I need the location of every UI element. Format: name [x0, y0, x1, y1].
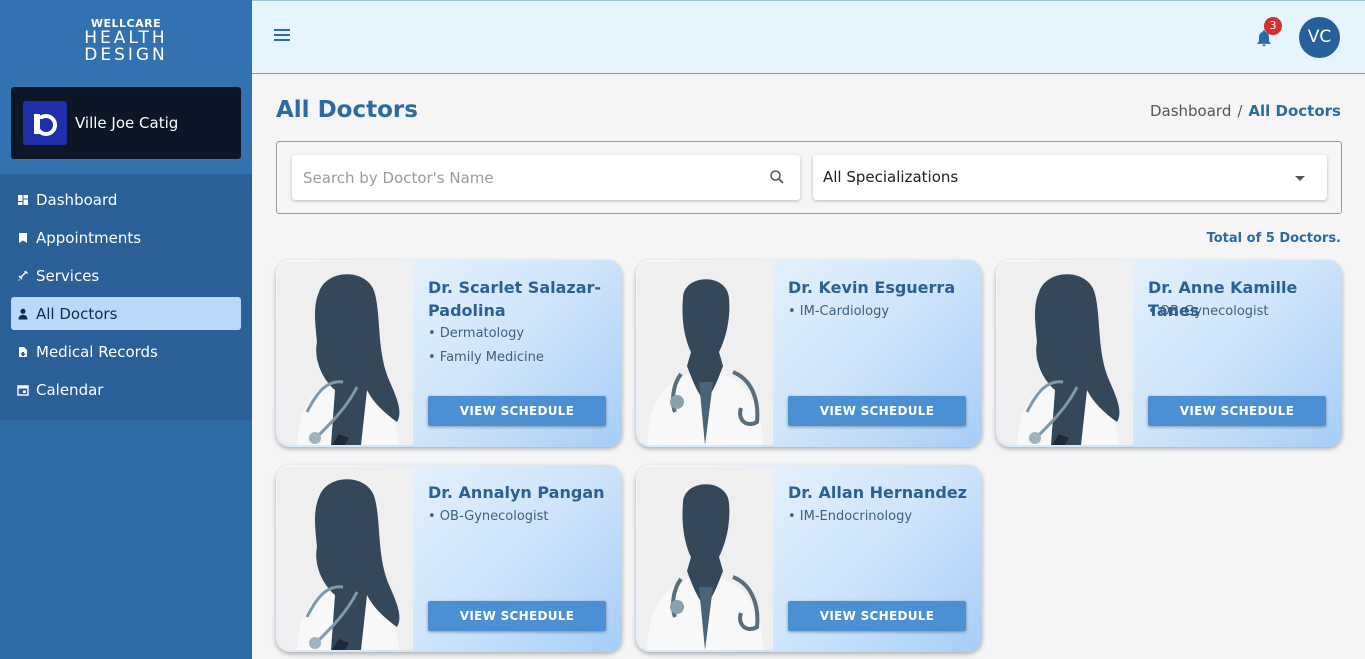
- doctor-specializations: • Dermatology • Family Medicine: [428, 322, 608, 370]
- search-box: [292, 155, 800, 200]
- user-avatar-button[interactable]: VC: [1299, 17, 1340, 58]
- doctor-specializations: • IM-Endocrinology: [788, 505, 968, 529]
- doctor-photo: [997, 262, 1133, 445]
- sidebar-item-label: Dashboard: [36, 190, 118, 209]
- doctor-photo: [637, 467, 773, 650]
- sidebar-nav: Dashboard Appointments Services All Doctors…: [0, 174, 252, 420]
- sidebar-item-services[interactable]: Services: [11, 259, 241, 292]
- sidebar-header: WELLCARE HEALTH DESIGN Ville Joe Catig: [0, 0, 252, 174]
- doctor-card: Dr. Annalyn Pangan • OB-Gynecologist VIEW …: [276, 465, 622, 652]
- view-schedule-button[interactable]: VIEW SCHEDULE: [428, 396, 606, 426]
- doctor-name: Dr. Scarlet Salazar-Padolina: [428, 278, 602, 320]
- doctor-card: Dr. Allan Hernandez • IM-Endocrinology VIE…: [636, 465, 982, 652]
- sidebar: WELLCARE HEALTH DESIGN Ville Joe Catig D…: [0, 0, 252, 659]
- specialization-item: • OB-Gynecologist: [1148, 304, 1269, 319]
- doctor-specializations: • OB-Gynecologist: [1148, 300, 1328, 324]
- view-schedule-button[interactable]: VIEW SCHEDULE: [788, 601, 966, 631]
- view-schedule-button[interactable]: VIEW SCHEDULE: [1148, 396, 1326, 426]
- doctor-name: Dr. Allan Hernandez: [788, 483, 967, 502]
- sidebar-item-calendar[interactable]: Calendar: [11, 373, 241, 406]
- sidebar-item-appointments[interactable]: Appointments: [11, 221, 241, 254]
- top-header: 3 VC: [252, 0, 1365, 74]
- page-title: All Doctors: [276, 97, 418, 123]
- sidebar-item-label: All Doctors: [36, 304, 118, 323]
- chevron-down-icon: [1295, 176, 1305, 181]
- brand-logo[interactable]: WELLCARE HEALTH DESIGN: [0, 18, 252, 64]
- syringe-icon: [17, 270, 29, 282]
- user-card[interactable]: Ville Joe Catig: [11, 87, 241, 159]
- user-name: Ville Joe Catig: [75, 114, 179, 132]
- menu-toggle-icon[interactable]: [274, 29, 290, 43]
- doctor-card: Dr. Kevin Esguerra • IM-Cardiology VIEW SC…: [636, 260, 982, 447]
- doctor-name: Dr. Kevin Esguerra: [788, 278, 956, 297]
- specialization-item: • OB-Gynecologist: [428, 509, 549, 524]
- doctor-specializations: • IM-Cardiology: [788, 300, 968, 324]
- search-input[interactable]: [292, 155, 742, 200]
- file-icon: [17, 346, 29, 358]
- user-avatar: [23, 101, 67, 145]
- total-count: Total of 5 Doctors.: [1206, 231, 1341, 246]
- medical-logo-icon: [34, 114, 57, 136]
- calendar-icon: [17, 384, 29, 396]
- specialization-value: All Specializations: [823, 168, 959, 186]
- bookmark-icon: [17, 232, 29, 244]
- search-icon[interactable]: [768, 168, 786, 186]
- breadcrumb-separator: /: [1237, 102, 1243, 120]
- specialization-item: • Family Medicine: [428, 350, 544, 365]
- sidebar-item-all-doctors[interactable]: All Doctors: [11, 297, 241, 330]
- doctor-photo: [637, 262, 773, 445]
- filter-panel: All Specializations: [276, 141, 1342, 214]
- brand-line3: DESIGN: [84, 45, 168, 65]
- doctor-icon: [17, 308, 29, 320]
- doctor-name: Dr. Annalyn Pangan: [428, 483, 605, 502]
- doctor-photo: [277, 262, 413, 445]
- sidebar-item-label: Appointments: [36, 228, 142, 247]
- doctor-photo: [277, 467, 413, 650]
- sidebar-item-label: Calendar: [36, 380, 104, 399]
- notification-badge: 3: [1264, 17, 1282, 35]
- specialization-item: • Dermatology: [428, 326, 525, 341]
- doctor-specializations: • OB-Gynecologist: [428, 505, 608, 529]
- breadcrumb-home[interactable]: Dashboard: [1150, 102, 1231, 120]
- doctor-card: Dr. Anne Kamille Tanes • OB-Gynecologist V…: [996, 260, 1342, 447]
- breadcrumb: Dashboard / All Doctors: [1150, 102, 1341, 120]
- view-schedule-button[interactable]: VIEW SCHEDULE: [428, 601, 606, 631]
- doctor-card: Dr. Scarlet Salazar-Padolina • Dermatolog…: [276, 260, 622, 447]
- sidebar-item-label: Services: [36, 266, 100, 285]
- sidebar-item-medical-records[interactable]: Medical Records: [11, 335, 241, 368]
- dashboard-icon: [17, 194, 29, 206]
- specialization-item: • IM-Endocrinology: [788, 509, 913, 524]
- specialization-select[interactable]: All Specializations: [813, 155, 1327, 200]
- breadcrumb-current: All Doctors: [1248, 102, 1341, 120]
- sidebar-item-label: Medical Records: [36, 342, 158, 361]
- sidebar-item-dashboard[interactable]: Dashboard: [11, 183, 241, 216]
- specialization-item: • IM-Cardiology: [788, 304, 890, 319]
- view-schedule-button[interactable]: VIEW SCHEDULE: [788, 396, 966, 426]
